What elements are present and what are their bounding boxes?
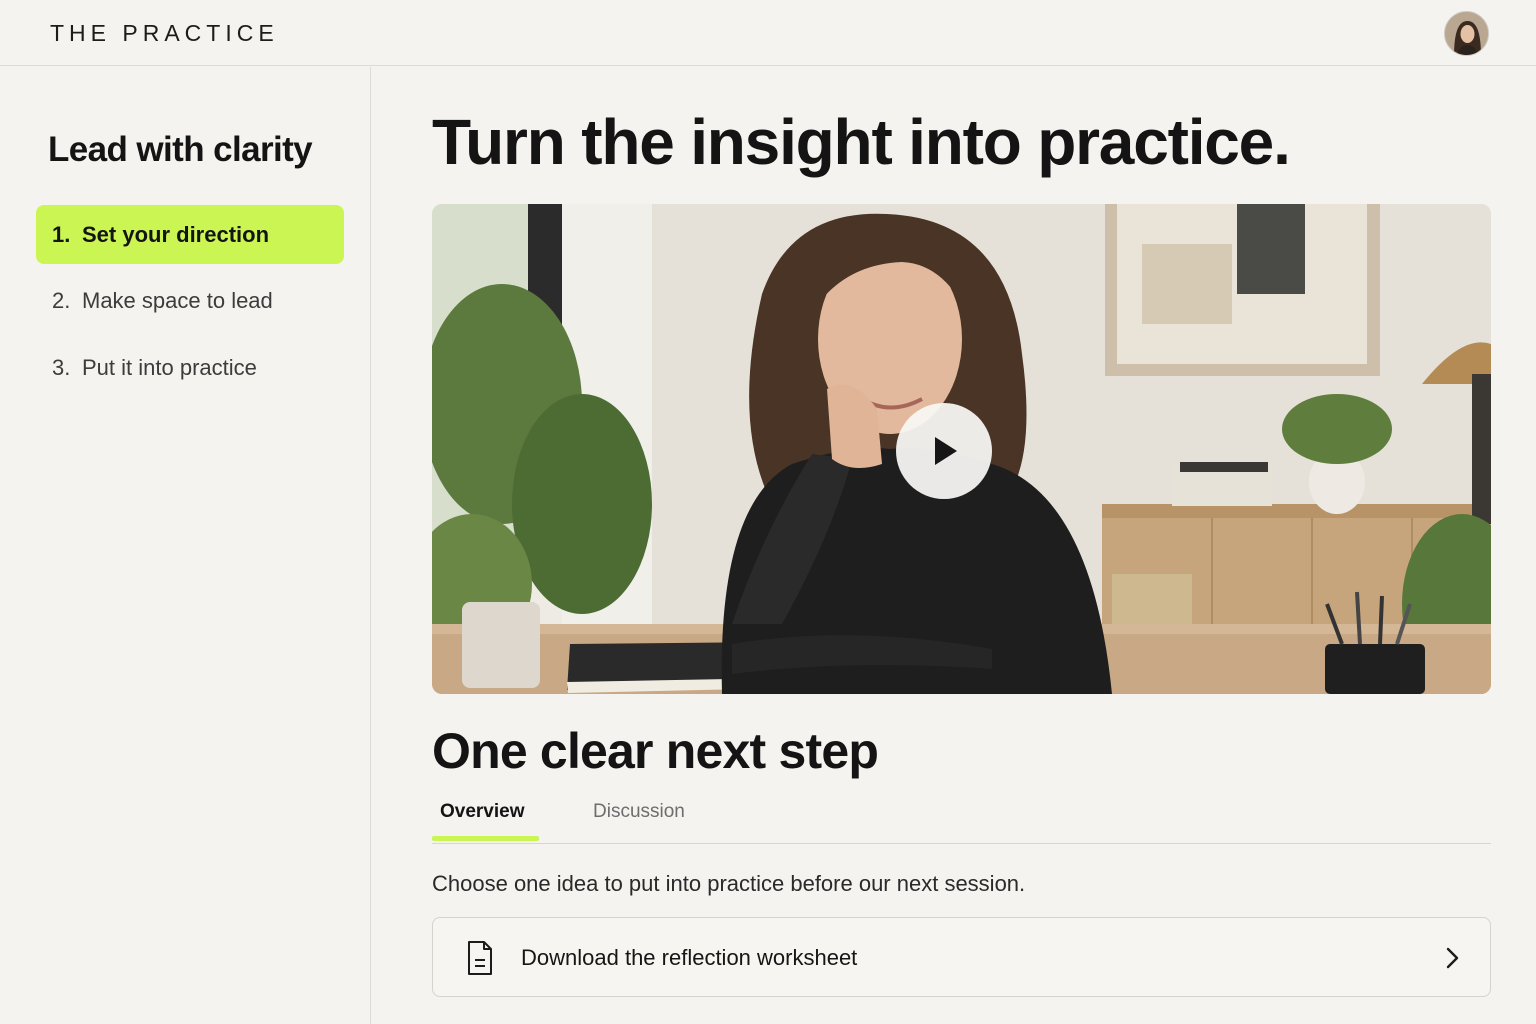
sidebar-step-1[interactable]: 1. Set your direction bbox=[36, 205, 344, 264]
step-label: Set your direction bbox=[82, 221, 270, 247]
step-number: 1. bbox=[52, 221, 71, 247]
content-tabs: Overview Discussion bbox=[432, 792, 1491, 844]
user-avatar[interactable] bbox=[1444, 11, 1489, 56]
sidebar-step-2[interactable]: 2. Make space to lead bbox=[36, 271, 344, 330]
course-title: Lead with clarity bbox=[48, 130, 313, 169]
step-label: Put it into practice bbox=[82, 354, 257, 380]
step-label: Make space to lead bbox=[82, 287, 273, 313]
document-icon bbox=[468, 941, 492, 975]
step-number: 2. bbox=[52, 287, 71, 313]
section-title: One clear next step bbox=[432, 723, 879, 779]
resource-label: Download the reflection worksheet bbox=[521, 945, 858, 970]
play-button[interactable] bbox=[896, 403, 992, 499]
sidebar-step-3[interactable]: 3. Put it into practice bbox=[36, 338, 344, 397]
overview-text: Choose one idea to put into practice bef… bbox=[432, 871, 1026, 896]
main-content: Turn the insight into practice. One clea… bbox=[432, 67, 1492, 1024]
brand-logo[interactable]: THE PRACTICE bbox=[50, 20, 279, 47]
chevron-right-icon bbox=[1446, 947, 1459, 969]
tab-overview[interactable]: Overview bbox=[440, 801, 525, 823]
avatar-icon bbox=[1445, 12, 1488, 55]
active-tab-indicator bbox=[432, 836, 539, 841]
tab-discussion[interactable]: Discussion bbox=[593, 801, 685, 823]
page-headline: Turn the insight into practice. bbox=[432, 106, 1291, 178]
course-sidebar: Lead with clarity 1. Set your direction … bbox=[0, 67, 371, 1024]
top-bar: THE PRACTICE bbox=[0, 0, 1536, 66]
video-player[interactable] bbox=[432, 204, 1491, 694]
download-worksheet-link[interactable]: Download the reflection worksheet bbox=[432, 917, 1491, 997]
step-number: 3. bbox=[52, 354, 71, 380]
play-icon bbox=[935, 437, 957, 465]
